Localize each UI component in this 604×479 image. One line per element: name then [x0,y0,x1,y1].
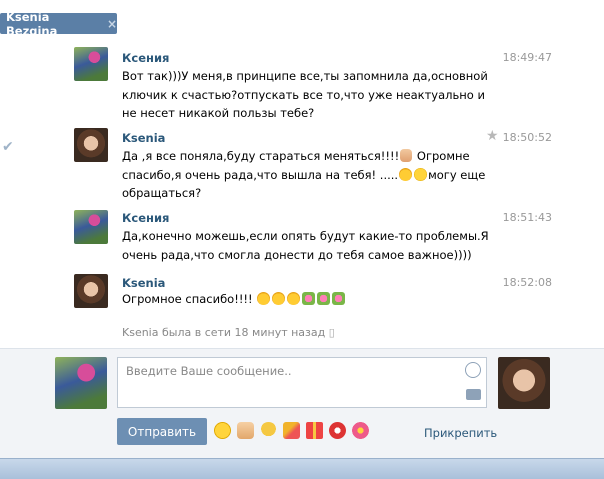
emoji-picker-icon[interactable] [465,362,481,378]
praying-hands-icon [400,149,413,162]
peer-avatar[interactable] [498,357,550,409]
attach-link[interactable]: Прикрепить [424,426,497,440]
message-text-part: Да ,я все поняла,буду стараться меняться… [122,149,400,163]
avatar[interactable] [74,274,108,308]
tab-title: Ksenia Bezgina [6,9,58,38]
message-time: 18:49:47 [502,51,552,64]
no-entry-emoji-icon[interactable] [329,422,346,439]
close-icon[interactable]: × [107,17,117,31]
avatar[interactable] [74,210,108,244]
mobile-phone-icon: ▯ [328,326,335,339]
camera-icon[interactable] [466,389,481,400]
message-text: Да,конечно можешь,если опять будут какие… [122,229,489,262]
message-text-part: Огромное спасибо!!!! [122,292,257,306]
conversation-tab[interactable]: Ksenia Bezgina × [0,10,117,38]
bouquet-emoji-icon [332,292,346,305]
heart-eyes-emoji-icon [257,292,271,305]
message-author[interactable]: Ksenia [122,276,165,290]
message-input-placeholder: Введите Ваше сообщение.. [126,364,292,378]
heart-eyes-emoji-icon [272,292,286,305]
message-text: Да ,я все поняла,буду стараться меняться… [122,147,492,203]
avatar[interactable] [74,128,108,162]
flower-emoji-icon[interactable] [352,422,369,439]
smile-emoji-icon [414,167,428,181]
smile-emoji-icon[interactable] [214,422,231,439]
thumbs-up-emoji-icon[interactable] [237,422,254,439]
message-time: 18:50:52 [502,131,552,144]
online-status-text: Ksenia была в сети 18 минут назад [122,326,326,339]
message-input[interactable]: Введите Ваше сообщение.. [117,357,487,408]
party-popper-emoji-icon[interactable] [283,422,300,439]
window-bottom-bar [0,458,604,479]
bouquet-emoji-icon [317,292,331,305]
heart-eyes-emoji-icon [287,292,301,305]
quick-emoji-bar [214,422,369,439]
my-avatar[interactable] [55,357,107,409]
message-author[interactable]: Ксения [122,211,169,225]
message-time: 18:52:08 [502,276,552,289]
message-text: Вот так)))У меня,в принципе все,ты запом… [122,69,488,120]
gift-emoji-icon[interactable] [306,422,323,439]
avatar[interactable] [74,47,108,81]
bouquet-emoji-icon [302,292,316,305]
message-author[interactable]: Ксения [122,51,169,65]
send-button[interactable]: Отправить [117,418,207,445]
message-author[interactable]: Ksenia [122,131,165,145]
heart-eyes-emoji-icon [399,167,413,181]
star-icon[interactable]: ★ [486,128,499,144]
bell-emoji-icon[interactable] [260,422,277,439]
read-check-icon: ✔ [2,139,14,155]
message-text: Огромное спасибо!!!! [122,290,492,309]
online-status: Ksenia была в сети 18 минут назад ▯ [122,326,335,339]
message-time: 18:51:43 [502,211,552,224]
